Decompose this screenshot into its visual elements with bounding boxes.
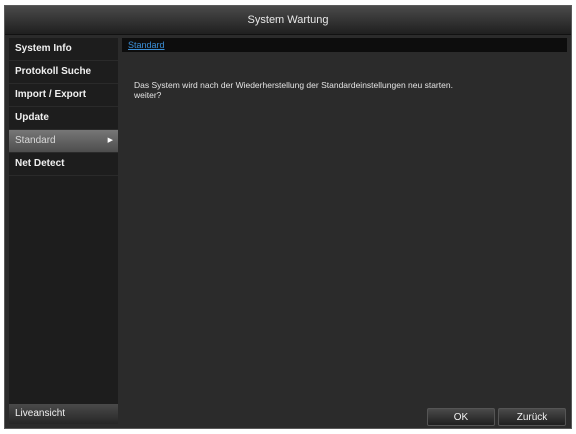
sidebar-item-label: Import / Export bbox=[15, 89, 87, 100]
sidebar-item-log-search[interactable]: Protokoll Suche bbox=[9, 61, 118, 84]
sidebar-item-label: Protokoll Suche bbox=[15, 66, 92, 77]
confirmation-message: Das System wird nach der Wiederherstellu… bbox=[134, 80, 554, 100]
system-maintenance-window: System Wartung System Info Protokoll Suc… bbox=[4, 5, 572, 429]
sidebar-item-label: Standard bbox=[15, 135, 56, 146]
window-title: System Wartung bbox=[5, 6, 571, 35]
tab-standard[interactable]: Standard bbox=[126, 39, 167, 51]
sidebar-item-standard[interactable]: Standard ▶ bbox=[9, 130, 118, 153]
sidebar-item-system-info[interactable]: System Info bbox=[9, 38, 118, 61]
live-view-button[interactable]: Liveansicht bbox=[9, 404, 118, 424]
back-button[interactable]: Zurück bbox=[498, 408, 566, 426]
sidebar-item-update[interactable]: Update bbox=[9, 107, 118, 130]
sidebar-item-net-detect[interactable]: Net Detect bbox=[9, 153, 118, 176]
chevron-right-icon: ▶ bbox=[107, 137, 113, 144]
message-line: Das System wird nach der Wiederherstellu… bbox=[134, 80, 453, 90]
main-content: Standard Das System wird nach der Wieder… bbox=[122, 38, 567, 426]
sidebar: System Info Protokoll Suche Import / Exp… bbox=[9, 38, 118, 424]
tab-bar: Standard bbox=[122, 38, 567, 52]
message-line: weiter? bbox=[134, 90, 162, 100]
ok-button[interactable]: OK bbox=[427, 408, 495, 426]
sidebar-item-label: Update bbox=[15, 112, 49, 123]
sidebar-item-label: Net Detect bbox=[15, 158, 65, 169]
sidebar-item-import-export[interactable]: Import / Export bbox=[9, 84, 118, 107]
sidebar-item-label: System Info bbox=[15, 43, 72, 54]
